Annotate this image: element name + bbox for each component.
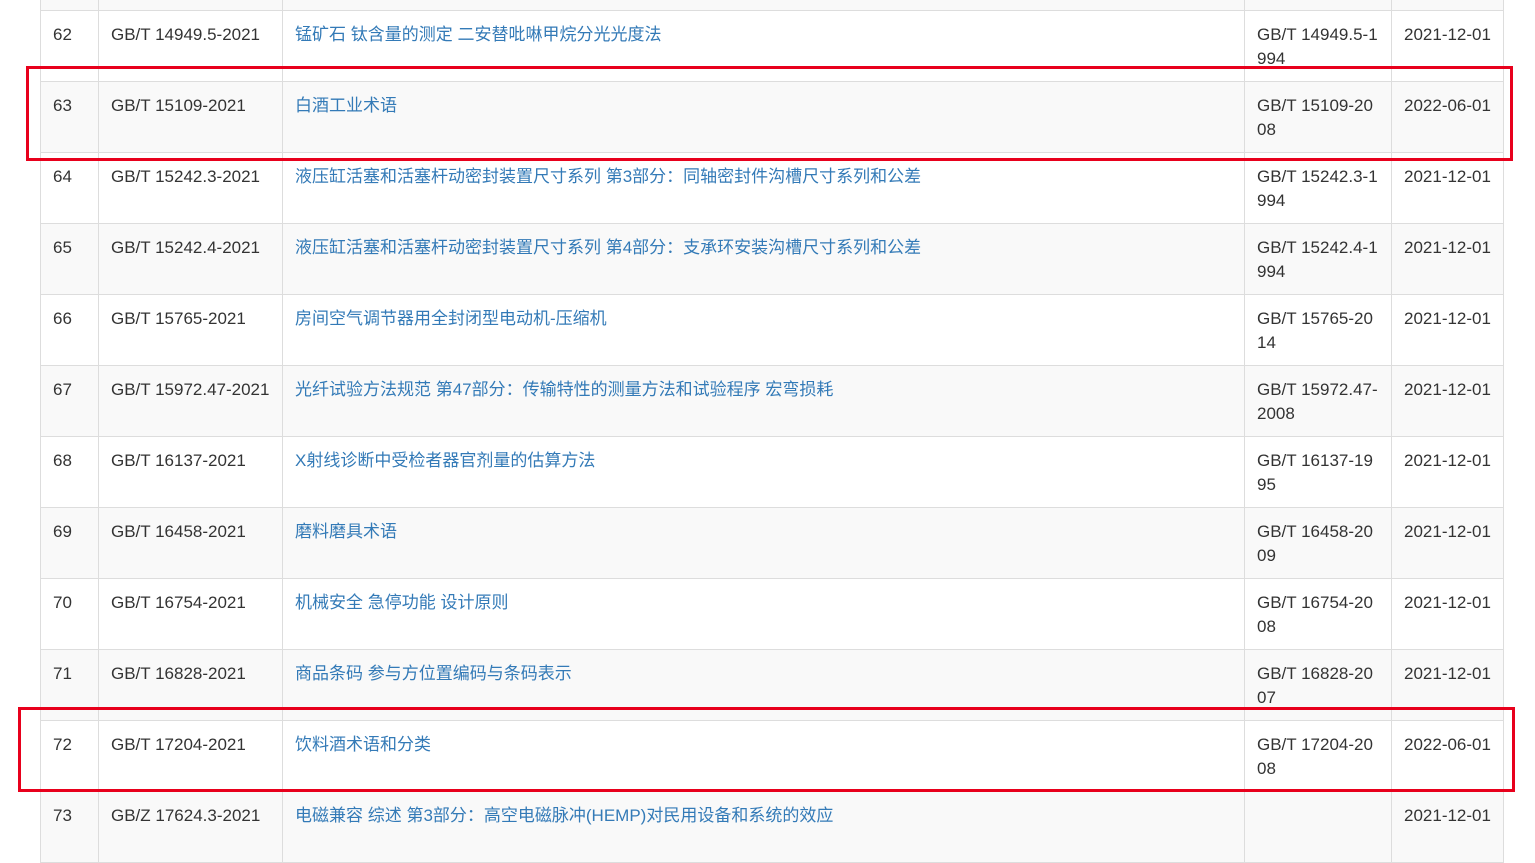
standard-code: GB/T 15242.3-2021 (98, 152, 283, 224)
standard-name-cell: 机械安全 急停功能 设计原则 (282, 578, 1245, 650)
row-number: 65 (40, 223, 99, 295)
standard-code: GB/T 15765-2021 (98, 294, 283, 366)
replaced-standard: GB/T 15242.4-1994 (1244, 223, 1392, 295)
standard-name-cell: 饮料酒术语和分类 (282, 720, 1245, 792)
standard-code: GB/T 15109-2021 (98, 81, 283, 153)
replaced-standard (1244, 0, 1392, 11)
standard-name-link[interactable]: 电磁兼容 综述 第3部分：高空电磁脉冲(HEMP)对民用设备和系统的效应 (295, 806, 833, 825)
implementation-date (1391, 0, 1504, 11)
row-number: 62 (40, 10, 99, 82)
standard-name-cell: 光纤试验方法规范 第47部分：传输特性的测量方法和试验程序 宏弯损耗 (282, 365, 1245, 437)
implementation-date: 2022-06-01 (1391, 81, 1504, 153)
table-row: 71 GB/T 16828-2021 商品条码 参与方位置编码与条码表示 GB/… (40, 649, 1504, 721)
row-number: 71 (40, 649, 99, 721)
table-row: 61 (40, 0, 1504, 11)
row-number: 72 (40, 720, 99, 792)
row-number: 69 (40, 507, 99, 579)
standard-code: GB/T 15242.4-2021 (98, 223, 283, 295)
standard-name-link[interactable]: 白酒工业术语 (295, 96, 397, 115)
table-row: 72 GB/T 17204-2021 饮料酒术语和分类 GB/T 17204-2… (40, 720, 1504, 792)
implementation-date: 2022-06-01 (1391, 720, 1504, 792)
standard-name-link[interactable]: 光纤试验方法规范 第47部分：传输特性的测量方法和试验程序 宏弯损耗 (295, 380, 833, 399)
table-row: 65 GB/T 15242.4-2021 液压缸活塞和活塞杆动密封装置尺寸系列 … (40, 223, 1504, 295)
row-number: 64 (40, 152, 99, 224)
standard-name-link[interactable]: 液压缸活塞和活塞杆动密封装置尺寸系列 第4部分：支承环安装沟槽尺寸系列和公差 (295, 238, 921, 257)
standard-name-cell: 白酒工业术语 (282, 81, 1245, 153)
table-row: 69 GB/T 16458-2021 磨料磨具术语 GB/T 16458-200… (40, 507, 1504, 579)
standard-name-cell: 磨料磨具术语 (282, 507, 1245, 579)
standard-name-link[interactable]: X射线诊断中受检者器官剂量的估算方法 (295, 451, 595, 470)
replaced-standard: GB/T 16754-2008 (1244, 578, 1392, 650)
replaced-standard: GB/T 15109-2008 (1244, 81, 1392, 153)
replaced-standard: GB/T 17204-2008 (1244, 720, 1392, 792)
implementation-date: 2021-12-01 (1391, 223, 1504, 295)
standard-code: GB/Z 17624.3-2021 (98, 791, 283, 863)
implementation-date: 2021-12-01 (1391, 294, 1504, 366)
replaced-standard: GB/T 15242.3-1994 (1244, 152, 1392, 224)
table-row: 63 GB/T 15109-2021 白酒工业术语 GB/T 15109-200… (40, 81, 1504, 153)
row-number: 70 (40, 578, 99, 650)
implementation-date: 2021-12-01 (1391, 10, 1504, 82)
replaced-standard: GB/T 16828-2007 (1244, 649, 1392, 721)
implementation-date: 2021-12-01 (1391, 507, 1504, 579)
standard-code: GB/T 15972.47-2021 (98, 365, 283, 437)
standard-code: GB/T 16754-2021 (98, 578, 283, 650)
standard-name-cell: 商品条码 参与方位置编码与条码表示 (282, 649, 1245, 721)
standard-name-link[interactable]: 饮料酒术语和分类 (295, 735, 431, 754)
standard-name-link[interactable]: 机械安全 急停功能 设计原则 (295, 593, 508, 612)
row-number: 73 (40, 791, 99, 863)
implementation-date: 2021-12-01 (1391, 791, 1504, 863)
standard-code: GB/T 16828-2021 (98, 649, 283, 721)
table-row: 66 GB/T 15765-2021 房间空气调节器用全封闭型电动机-压缩机 G… (40, 294, 1504, 366)
standard-name-link[interactable]: 房间空气调节器用全封闭型电动机-压缩机 (295, 309, 607, 328)
standard-name-link[interactable]: 锰矿石 钛含量的测定 二安替吡啉甲烷分光光度法 (295, 25, 661, 44)
standard-code: GB/T 16458-2021 (98, 507, 283, 579)
standard-name-link[interactable]: 液压缸活塞和活塞杆动密封装置尺寸系列 第3部分：同轴密封件沟槽尺寸系列和公差 (295, 167, 921, 186)
replaced-standard: GB/T 15765-2014 (1244, 294, 1392, 366)
standard-name-cell (282, 0, 1245, 11)
replaced-standard (1244, 791, 1392, 863)
standard-name-cell: 房间空气调节器用全封闭型电动机-压缩机 (282, 294, 1245, 366)
standard-name-cell: 液压缸活塞和活塞杆动密封装置尺寸系列 第4部分：支承环安装沟槽尺寸系列和公差 (282, 223, 1245, 295)
replaced-standard: GB/T 15972.47-2008 (1244, 365, 1392, 437)
standard-code: GB/T 14949.5-2021 (98, 10, 283, 82)
standard-code: GB/T 17204-2021 (98, 720, 283, 792)
standard-name-link[interactable]: 磨料磨具术语 (295, 522, 397, 541)
table-row: 64 GB/T 15242.3-2021 液压缸活塞和活塞杆动密封装置尺寸系列 … (40, 152, 1504, 224)
row-number: 68 (40, 436, 99, 508)
standards-table: 61 62 GB/T 14949.5-2021 锰矿石 钛含量的测定 二安替吡啉… (40, 0, 1504, 863)
row-number: 66 (40, 294, 99, 366)
implementation-date: 2021-12-01 (1391, 578, 1504, 650)
table-row: 73 GB/Z 17624.3-2021 电磁兼容 综述 第3部分：高空电磁脉冲… (40, 791, 1504, 863)
standard-name-cell: 液压缸活塞和活塞杆动密封装置尺寸系列 第3部分：同轴密封件沟槽尺寸系列和公差 (282, 152, 1245, 224)
implementation-date: 2021-12-01 (1391, 649, 1504, 721)
implementation-date: 2021-12-01 (1391, 152, 1504, 224)
standard-code (98, 0, 283, 11)
replaced-standard: GB/T 16458-2009 (1244, 507, 1392, 579)
standard-name-cell: 电磁兼容 综述 第3部分：高空电磁脉冲(HEMP)对民用设备和系统的效应 (282, 791, 1245, 863)
row-number: 63 (40, 81, 99, 153)
replaced-standard: GB/T 14949.5-1994 (1244, 10, 1392, 82)
standard-name-cell: X射线诊断中受检者器官剂量的估算方法 (282, 436, 1245, 508)
standard-name-link[interactable]: 商品条码 参与方位置编码与条码表示 (295, 664, 572, 683)
table-row: 70 GB/T 16754-2021 机械安全 急停功能 设计原则 GB/T 1… (40, 578, 1504, 650)
replaced-standard: GB/T 16137-1995 (1244, 436, 1392, 508)
standard-code: GB/T 16137-2021 (98, 436, 283, 508)
row-number: 67 (40, 365, 99, 437)
row-number: 61 (40, 0, 99, 11)
table-row: 68 GB/T 16137-2021 X射线诊断中受检者器官剂量的估算方法 GB… (40, 436, 1504, 508)
implementation-date: 2021-12-01 (1391, 436, 1504, 508)
table-row: 67 GB/T 15972.47-2021 光纤试验方法规范 第47部分：传输特… (40, 365, 1504, 437)
table-row: 62 GB/T 14949.5-2021 锰矿石 钛含量的测定 二安替吡啉甲烷分… (40, 10, 1504, 82)
implementation-date: 2021-12-01 (1391, 365, 1504, 437)
standard-name-cell: 锰矿石 钛含量的测定 二安替吡啉甲烷分光光度法 (282, 10, 1245, 82)
